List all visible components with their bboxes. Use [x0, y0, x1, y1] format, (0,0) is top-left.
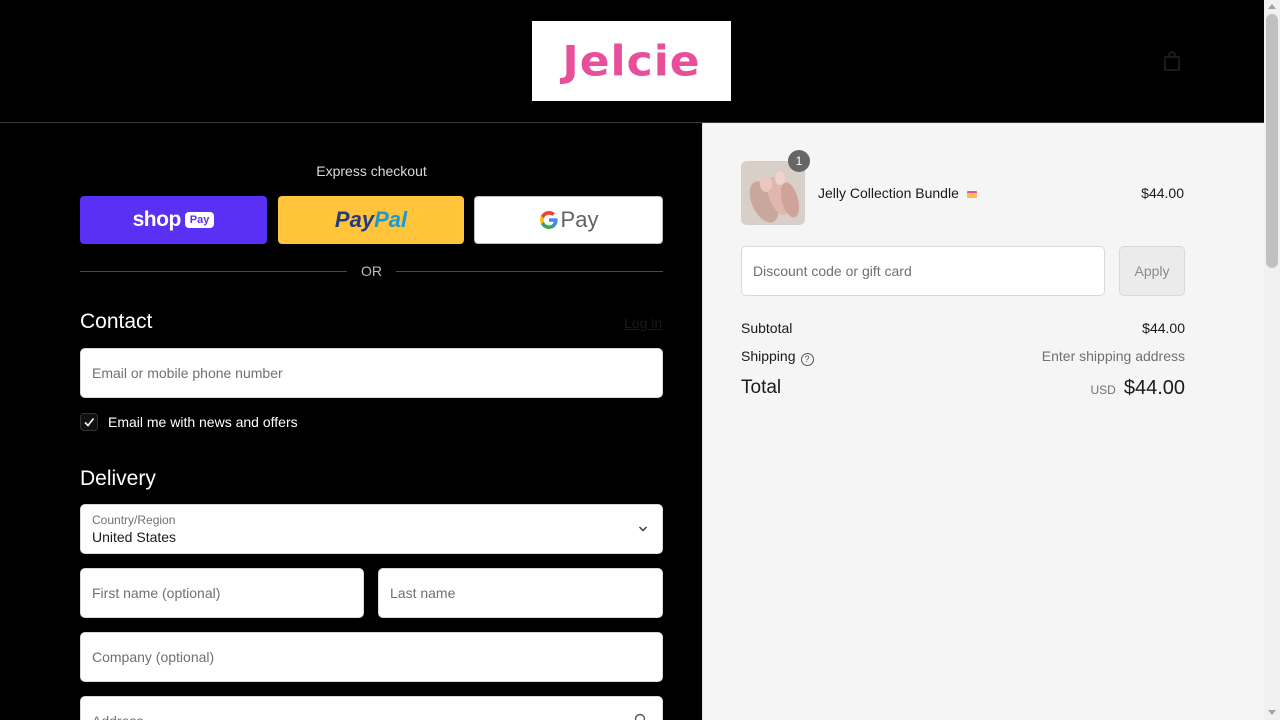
page-scrollbar[interactable] [1264, 0, 1280, 720]
or-divider: OR [80, 263, 663, 279]
country-value: United States [92, 529, 177, 545]
country-label: Country/Region [92, 513, 176, 527]
shop-pay-button[interactable]: shop Pay [80, 196, 267, 244]
checkout-form: Express checkout shop Pay PayPal Pay OR … [0, 123, 702, 720]
chevron-down-icon [639, 526, 647, 532]
order-summary: 1 Jelly Collection Bundle $44.00 Apply S… [702, 123, 1264, 720]
product-name: Jelly Collection Bundle [818, 185, 977, 201]
first-name-input[interactable] [92, 585, 363, 601]
subtotal-value: $44.00 [1142, 320, 1185, 336]
company-input[interactable] [92, 649, 662, 665]
contact-heading: Contact [80, 310, 153, 333]
logo-text: Jelcie [562, 36, 701, 86]
paypal-wordmark-pal: Pal [374, 207, 408, 232]
product-price: $44.00 [1141, 185, 1184, 201]
apply-button[interactable]: Apply [1119, 246, 1185, 296]
company-field[interactable] [80, 632, 663, 682]
google-pay-button[interactable]: Pay [474, 196, 663, 244]
paypal-wordmark: PayPal [335, 207, 407, 233]
scroll-down-arrow-icon[interactable] [1268, 710, 1276, 715]
email-input[interactable] [92, 365, 662, 381]
google-g-icon [539, 211, 558, 229]
checkmark-icon [84, 418, 95, 427]
scroll-up-arrow-icon[interactable] [1268, 4, 1276, 9]
discount-input[interactable] [753, 263, 1104, 279]
shop-pay-pill: Pay [184, 212, 215, 228]
total-row: Total USD $44.00 [741, 377, 1185, 403]
subtotal-label: Subtotal [741, 320, 793, 336]
paypal-button[interactable]: PayPal [278, 196, 464, 244]
first-name-field[interactable] [80, 568, 364, 618]
shopping-bag-icon[interactable] [1163, 51, 1181, 71]
divider-line-right [396, 271, 663, 272]
address-field[interactable] [80, 696, 663, 720]
brand-logo[interactable]: Jelcie [532, 21, 731, 101]
email-field[interactable] [80, 348, 663, 398]
last-name-field[interactable] [378, 568, 663, 618]
subtotal-row: Subtotal $44.00 [741, 320, 1185, 338]
currency-code: USD [1090, 383, 1116, 397]
shipping-label: Shipping [741, 348, 796, 364]
delivery-heading: Delivery [80, 467, 156, 490]
newsletter-checkbox[interactable] [80, 413, 98, 431]
total-value-group: USD $44.00 [1090, 377, 1185, 400]
discount-field[interactable] [741, 246, 1105, 296]
shop-pay-wordmark: shop [132, 208, 182, 231]
address-input[interactable] [92, 713, 662, 720]
total-value: $44.00 [1123, 377, 1185, 399]
shipping-label-group: Shipping? [741, 348, 814, 366]
shipping-value: Enter shipping address [1041, 348, 1185, 364]
login-link[interactable]: Log in [624, 315, 662, 331]
country-select[interactable]: Country/Region United States [80, 504, 663, 554]
total-label: Total [741, 377, 782, 398]
newsletter-label: Email me with news and offers [108, 414, 298, 430]
google-pay-wordmark: Pay [560, 207, 599, 232]
paypal-wordmark-pay: Pay [334, 207, 375, 232]
help-icon[interactable]: ? [800, 353, 814, 366]
flan-emoji-icon [966, 190, 977, 198]
scrollbar-thumb[interactable] [1266, 14, 1278, 268]
product-name-text: Jelly Collection Bundle [818, 185, 959, 201]
quantity-badge: 1 [788, 150, 810, 172]
express-checkout-label: Express checkout [316, 163, 427, 179]
shipping-row: Shipping? Enter shipping address [741, 348, 1185, 366]
site-header: Jelcie [0, 0, 1264, 123]
last-name-input[interactable] [390, 585, 662, 601]
search-icon [634, 713, 646, 720]
